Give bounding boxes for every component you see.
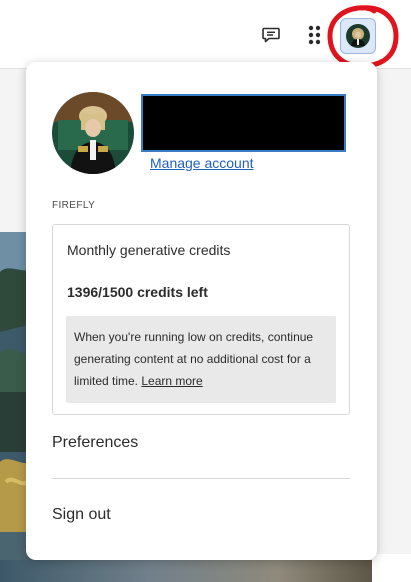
user-avatar-icon bbox=[346, 24, 370, 48]
top-header bbox=[0, 0, 411, 69]
section-label-firefly: FIREFLY bbox=[52, 200, 96, 211]
menu-divider bbox=[52, 478, 350, 479]
background-white-strip bbox=[372, 554, 411, 582]
apps-switcher-button[interactable] bbox=[306, 22, 326, 48]
apps-grid-icon bbox=[308, 25, 321, 45]
feedback-button[interactable] bbox=[258, 22, 284, 48]
credits-card-title: Monthly generative credits bbox=[67, 242, 231, 258]
background-artwork-bottom bbox=[0, 560, 372, 582]
preferences-menu-item[interactable]: Preferences bbox=[52, 434, 138, 452]
account-menu-popover: Manage account FIREFLY Monthly generativ… bbox=[26, 62, 377, 560]
credits-info-box: When you're running low on credits, cont… bbox=[66, 316, 336, 403]
learn-more-link[interactable]: Learn more bbox=[141, 374, 202, 388]
credits-remaining: 1396/1500 credits left bbox=[67, 284, 208, 300]
redacted-account-name bbox=[141, 94, 346, 152]
profile-avatar-button[interactable] bbox=[340, 18, 376, 54]
sign-out-menu-item[interactable]: Sign out bbox=[52, 506, 111, 524]
profile-photo bbox=[52, 92, 134, 174]
manage-account-link[interactable]: Manage account bbox=[150, 155, 254, 171]
credits-card: Monthly generative credits 1396/1500 cre… bbox=[52, 224, 350, 415]
chat-bubble-icon bbox=[262, 27, 280, 43]
